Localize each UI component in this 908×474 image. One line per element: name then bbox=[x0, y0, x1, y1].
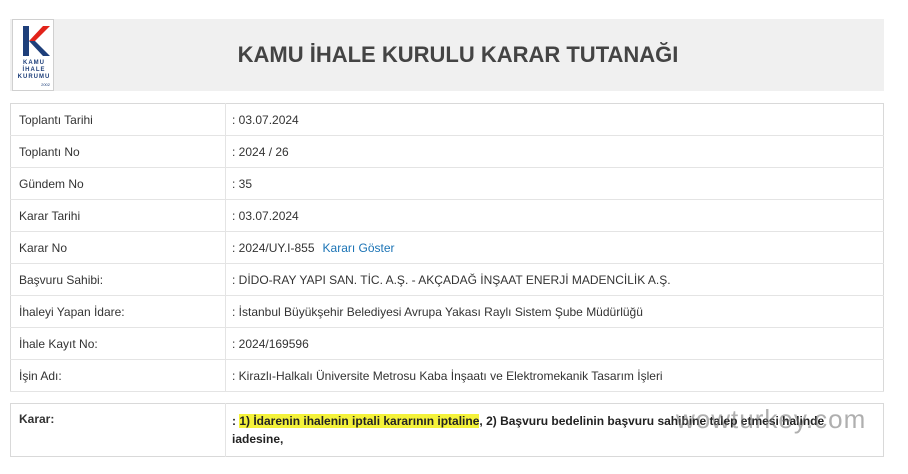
karari-goster-link[interactable]: Kararı Göster bbox=[323, 241, 395, 255]
row-value-cell: : 2024/UY.I-855 Kararı Göster bbox=[225, 231, 884, 264]
watermark: wowturkey.com bbox=[676, 404, 867, 434]
row-label: İhale Kayıt No: bbox=[10, 327, 226, 360]
row-value: : 2024/169596 bbox=[225, 327, 884, 360]
table-row: Gündem No : 35 bbox=[10, 167, 884, 200]
decision-highlighted-text: 1) İdarenin ihalenin iptali kararının ip… bbox=[239, 414, 480, 428]
page-header: KAMU İHALE KURUMU 2002 KAMU İHALE KURULU… bbox=[10, 19, 884, 91]
row-value: : 35 bbox=[225, 167, 884, 200]
row-value: : 03.07.2024 bbox=[225, 199, 884, 232]
decision-label: Karar: bbox=[10, 403, 226, 457]
row-label: Başvuru Sahibi: bbox=[10, 263, 226, 296]
table-row: İhale Kayıt No: : 2024/169596 bbox=[10, 327, 884, 360]
row-label: İşin Adı: bbox=[10, 359, 226, 392]
table-row: İşin Adı: : Kirazlı-Halkalı Üniversite M… bbox=[10, 359, 884, 392]
row-label: İhaleyi Yapan İdare: bbox=[10, 295, 226, 328]
page-title: KAMU İHALE KURULU KARAR TUTANAĞI bbox=[237, 42, 679, 67]
row-label: Karar Tarihi bbox=[10, 199, 226, 232]
row-label: Karar No bbox=[10, 231, 226, 264]
table-row: İhaleyi Yapan İdare: : İstanbul Büyükşeh… bbox=[10, 295, 884, 328]
row-value: : DİDO-RAY YAPI SAN. TİC. A.Ş. - AKÇADAĞ… bbox=[225, 263, 884, 296]
meeting-info-table: Toplantı Tarihi : 03.07.2024 Toplantı No… bbox=[10, 103, 884, 392]
row-label: Toplantı Tarihi bbox=[10, 103, 226, 136]
decision-text-line2: iadesine, bbox=[232, 432, 284, 446]
row-value: : 03.07.2024 bbox=[225, 103, 884, 136]
row-label: Toplantı No bbox=[10, 135, 226, 168]
row-value: : İstanbul Büyükşehir Belediyesi Avrupa … bbox=[225, 295, 884, 328]
karar-no-value: : 2024/UY.I-855 bbox=[232, 240, 315, 255]
table-row: Toplantı No : 2024 / 26 bbox=[10, 135, 884, 168]
table-row: Karar No : 2024/UY.I-855 Kararı Göster bbox=[10, 231, 884, 264]
table-row: Başvuru Sahibi: : DİDO-RAY YAPI SAN. TİC… bbox=[10, 263, 884, 296]
table-row: Toplantı Tarihi : 03.07.2024 bbox=[10, 103, 884, 136]
row-value: : Kirazlı-Halkalı Üniversite Metrosu Kab… bbox=[225, 359, 884, 392]
row-value: : 2024 / 26 bbox=[225, 135, 884, 168]
row-label: Gündem No bbox=[10, 167, 226, 200]
table-row: Karar Tarihi : 03.07.2024 bbox=[10, 199, 884, 232]
